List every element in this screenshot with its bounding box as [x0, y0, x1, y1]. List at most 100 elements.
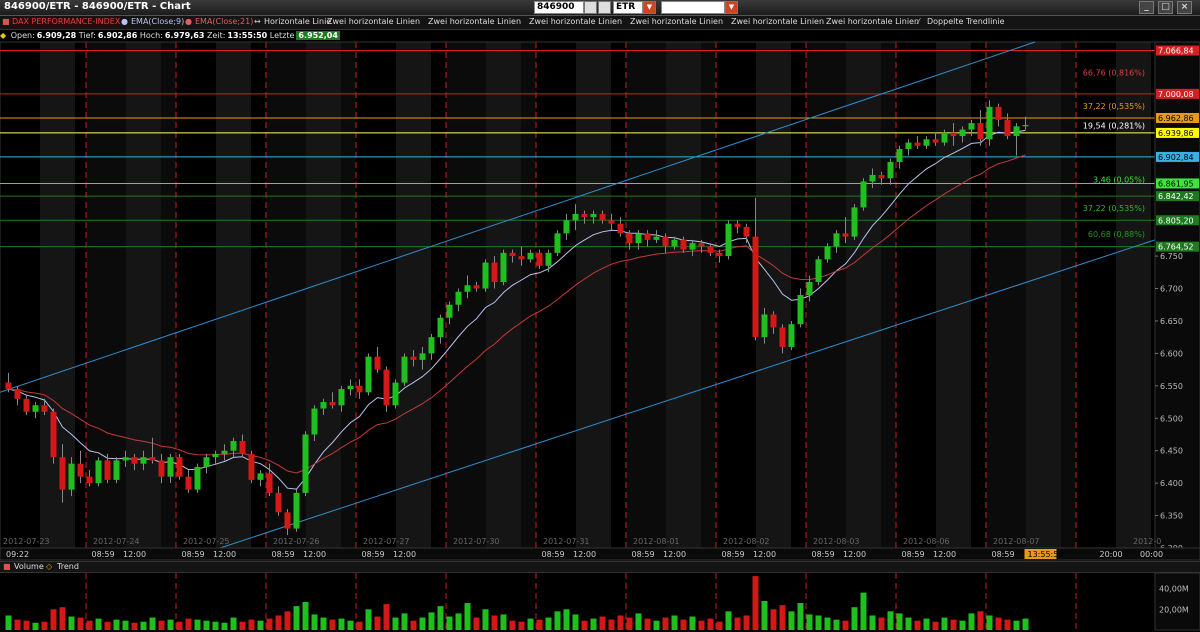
candle-body — [383, 369, 390, 406]
volume-bar — [419, 617, 426, 630]
candle-body — [608, 220, 615, 224]
volume-axis-bg — [1154, 572, 1200, 631]
price-chart[interactable]: 66,76 (0,816%) 37,22 (0,535%) 19,54 (0,281… — [0, 0, 1200, 632]
candle-body — [581, 213, 588, 218]
time-label: 08:59 — [542, 550, 565, 559]
candle-body — [365, 356, 372, 393]
volume-bar — [563, 609, 570, 630]
volume-bar — [761, 600, 768, 630]
candle-body — [635, 233, 642, 244]
candle — [788, 320, 795, 351]
ohlc-info: ◆ Open: 6.909,28 Tief: 6.902,86 Hoch: 6.979… — [0, 30, 342, 41]
high-value: 6.979,63 — [164, 31, 205, 40]
volume-bar — [293, 606, 300, 630]
volume-chart: 40,00M 20,00M — [0, 572, 1200, 631]
candle-body — [653, 236, 660, 240]
candle-body — [428, 337, 435, 354]
volume-bar — [671, 615, 678, 630]
candle-body — [23, 398, 30, 412]
volume-bar — [797, 603, 804, 630]
candle-body — [293, 492, 300, 529]
candle-body — [527, 252, 534, 260]
volume-bar — [158, 620, 165, 630]
volume-bar — [725, 611, 732, 630]
candle-body — [977, 123, 984, 140]
volume-bar — [320, 617, 327, 630]
volume-bar — [716, 621, 723, 630]
time-label: 20:00 — [1100, 550, 1123, 559]
time-label: 08:59 — [632, 550, 655, 559]
candle-body — [617, 223, 624, 234]
volume-bar — [617, 615, 624, 630]
candle-body — [446, 304, 453, 318]
candle — [365, 353, 372, 396]
candle-body — [230, 440, 237, 451]
volume-bar — [752, 576, 759, 630]
low-value: 6.902,86 — [97, 31, 138, 40]
price-tick-label: 6.450 — [1160, 447, 1183, 456]
volume-bar — [644, 618, 651, 630]
open-value: 6.909,28 — [36, 31, 77, 40]
candle — [50, 408, 57, 464]
volume-bar — [518, 621, 525, 630]
candle-body — [662, 236, 669, 247]
candle-body — [716, 252, 723, 257]
candle-body — [770, 314, 777, 328]
price-tick-label: 6.500 — [1160, 414, 1183, 423]
date-label: 2012-07-24 — [93, 537, 140, 546]
volume-bar — [572, 614, 579, 630]
volume-bar — [50, 609, 57, 630]
date-label: 2012-07-25 — [183, 537, 230, 546]
time-label: 12:00 — [393, 550, 416, 559]
candle-body — [743, 226, 750, 237]
volume-bar — [437, 606, 444, 630]
volume-bar — [824, 617, 831, 630]
candle-body — [95, 460, 102, 484]
candle-body — [50, 411, 57, 458]
volume-label[interactable]: Volume — [14, 562, 44, 572]
candle-body — [149, 457, 156, 461]
trend-label[interactable]: Trend — [57, 562, 79, 572]
candle-body — [1013, 126, 1020, 137]
candle-body — [185, 476, 192, 490]
candle-body — [455, 291, 462, 305]
candle-body — [482, 262, 489, 289]
candle-body — [761, 314, 768, 338]
volume-bar — [599, 616, 606, 630]
candle — [482, 259, 489, 292]
volume-bar — [887, 611, 894, 630]
time-label: 09:22 — [6, 550, 29, 559]
candle — [986, 100, 993, 146]
volume-bar — [1004, 619, 1011, 630]
candle-body — [518, 256, 525, 260]
date-label: 2012-07-27 — [363, 537, 410, 546]
candle-body — [509, 252, 516, 257]
volume-bar — [878, 617, 885, 630]
volume-bar — [968, 613, 975, 630]
price-label-text: 6.939,86 — [1158, 129, 1194, 138]
volume-swatch-icon: ■ — [3, 562, 11, 571]
volume-tick-label: 40,00M — [1159, 585, 1189, 594]
price-tick-label: 6.750 — [1160, 252, 1183, 261]
volume-bar — [869, 615, 876, 630]
volume-bar — [14, 619, 21, 630]
volume-bar — [365, 609, 372, 630]
candle-body — [896, 149, 903, 163]
candle — [302, 431, 309, 497]
candle-body — [59, 457, 66, 490]
volume-bar — [284, 611, 291, 630]
candle — [248, 450, 255, 484]
price-tick-label: 6.650 — [1160, 317, 1183, 326]
price-label-text: 6.764,52 — [1158, 243, 1194, 252]
candle-body — [203, 457, 210, 467]
volume-bar — [554, 611, 561, 630]
volume-bar — [95, 618, 102, 630]
volume-bar — [680, 619, 687, 630]
trend-icon: ◇ — [46, 562, 53, 571]
volume-bar — [302, 602, 309, 630]
candle — [392, 379, 399, 409]
volume-bar — [86, 620, 93, 630]
candle-body — [410, 356, 417, 360]
candle-body — [14, 389, 21, 399]
candle-body — [41, 405, 48, 412]
